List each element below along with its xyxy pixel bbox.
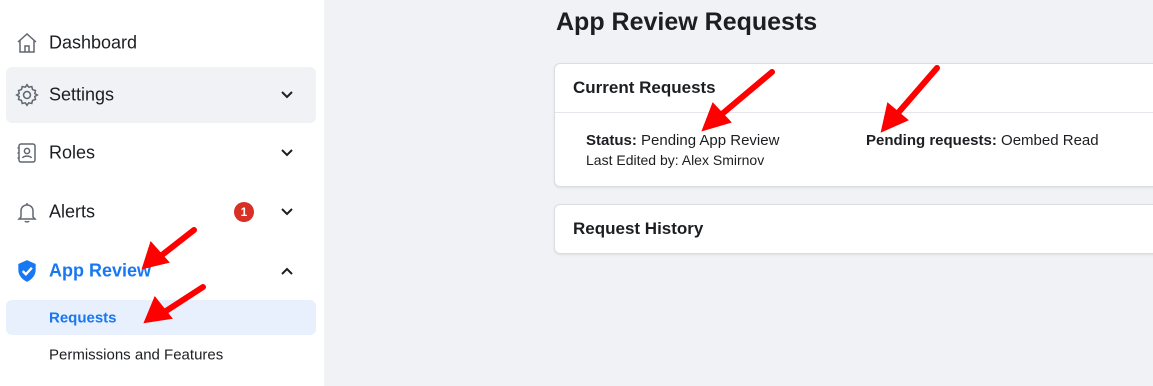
sidebar-subitem-requests[interactable]: Requests: [6, 300, 316, 335]
card-header: Current Requests: [555, 64, 1153, 113]
shield-check-icon: [14, 258, 40, 284]
sidebar-item-roles[interactable]: Roles: [6, 125, 316, 181]
sidebar-item-label: Alerts: [49, 201, 96, 222]
bell-icon: [14, 199, 40, 225]
chevron-down-icon[interactable]: [280, 146, 294, 160]
sidebar-item-label: Roles: [49, 142, 96, 163]
chevron-down-icon[interactable]: [280, 88, 294, 102]
card-title: Current Requests: [573, 78, 716, 97]
sidebar-subitem-label: Permissions and Features: [49, 346, 224, 363]
sidebar-subitem-label: Requests: [49, 309, 117, 326]
last-edited-by: Last Edited by: Alex Smirnov: [586, 152, 765, 168]
gear-icon: [14, 82, 40, 108]
sidebar-item-alerts[interactable]: Alerts 1: [6, 184, 316, 240]
sidebar-item-label: App Review: [49, 260, 152, 281]
alert-count-badge: 1: [234, 202, 254, 222]
home-icon: [14, 30, 40, 56]
sidebar-item-label: Settings: [49, 84, 115, 105]
sidebar-item-app-review[interactable]: App Review: [6, 243, 316, 299]
status-value: Pending App Review: [641, 132, 780, 149]
pending-requests-label: Pending requests:: [866, 132, 997, 149]
sidebar: Dashboard Settings Roles Alerts 1 App Re…: [0, 0, 324, 386]
id-badge-icon: [14, 140, 40, 166]
sidebar-item-dashboard[interactable]: Dashboard: [6, 15, 316, 71]
request-history-card[interactable]: Request History: [554, 204, 1153, 254]
page-title: App Review Requests: [556, 8, 818, 36]
chevron-down-icon[interactable]: [280, 205, 294, 219]
chevron-up-icon[interactable]: [280, 264, 294, 278]
pending-requests-value: Oembed Read: [1001, 132, 1099, 149]
pending-requests-field: Pending requests: Oembed Read: [866, 132, 1099, 149]
status-field: Status: Pending App Review: [586, 132, 779, 149]
sidebar-subitem-permissions[interactable]: Permissions and Features: [6, 337, 316, 372]
status-label: Status:: [586, 132, 637, 149]
sidebar-item-settings[interactable]: Settings: [6, 67, 316, 123]
sidebar-item-label: Dashboard: [49, 32, 138, 53]
current-requests-card: Current Requests Status: Pending App Rev…: [554, 63, 1153, 187]
card-title: Request History: [573, 219, 704, 238]
